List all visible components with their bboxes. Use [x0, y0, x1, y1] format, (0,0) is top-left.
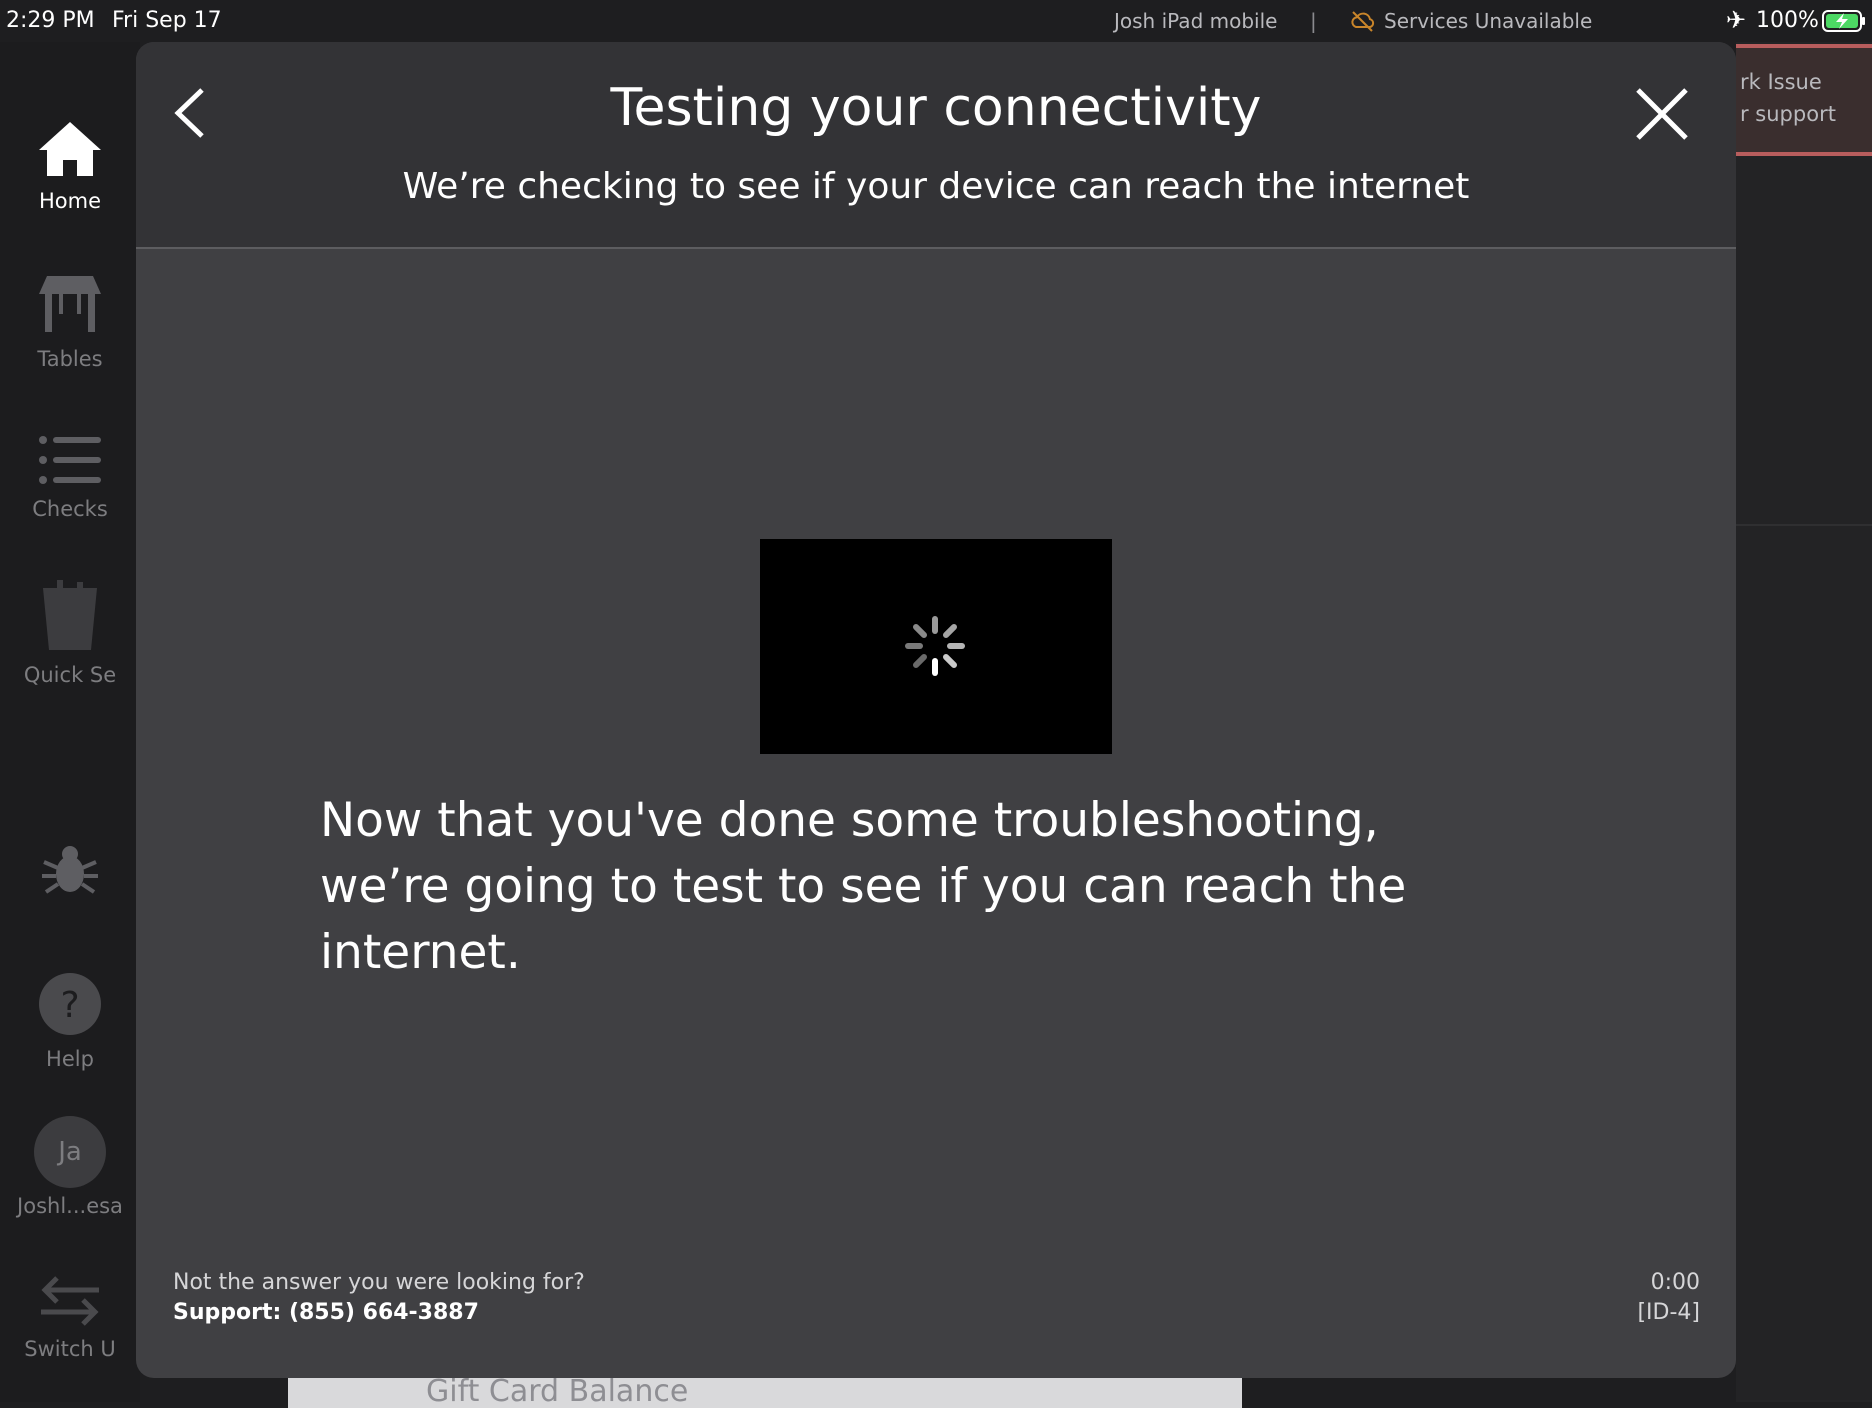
gift-card-label: Gift Card Balance — [426, 1378, 689, 1408]
sidebar-item-switch-user[interactable]: Switch U — [0, 1276, 140, 1361]
gift-card-balance-card: Gift Card Balance — [288, 1378, 1242, 1408]
sidebar-item-help[interactable]: ? Help — [0, 972, 140, 1071]
sidebar-item-checks[interactable]: Checks — [0, 434, 140, 521]
sidebar-item-label: Checks — [32, 497, 108, 521]
elapsed-timer: 0:00 — [1650, 1270, 1700, 1295]
loading-spinner-icon — [905, 616, 965, 676]
home-icon — [39, 122, 101, 176]
support-phone-link[interactable]: Support: (855) 664-3887 — [173, 1300, 479, 1325]
bug-icon — [42, 846, 98, 894]
screen-id: [ID-4] — [1637, 1300, 1700, 1325]
sidebar-item-debug[interactable] — [0, 842, 140, 909]
sidebar-item-user[interactable]: Ja Joshl...esa — [0, 1116, 140, 1218]
avatar-initials: Ja — [58, 1137, 82, 1167]
device-name: Josh iPad mobile — [1114, 9, 1278, 33]
sidebar-item-label: Tables — [37, 347, 103, 371]
connectivity-test-modal: Testing your connectivity We’re checking… — [136, 42, 1736, 1378]
status-separator: | — [1310, 9, 1317, 33]
footer-question: Not the answer you were looking for? — [173, 1270, 585, 1295]
sidebar-item-tables[interactable]: Tables — [0, 272, 140, 371]
video-player[interactable] — [760, 539, 1112, 754]
sidebar: Home Tables Checks Quick Se ? Help Ja Jo… — [0, 42, 140, 1402]
switch-user-icon — [41, 1276, 99, 1326]
sidebar-item-label: Switch U — [24, 1337, 116, 1361]
cloud-offline-icon — [1351, 11, 1375, 32]
service-status: Services Unavailable — [1384, 9, 1593, 33]
help-icon: ? — [39, 973, 101, 1035]
sidebar-item-home[interactable]: Home — [0, 120, 140, 213]
banner-line-1: rk Issue — [1740, 70, 1822, 94]
divider — [1736, 524, 1872, 526]
sidebar-item-label: Quick Se — [23, 663, 117, 687]
list-icon — [39, 436, 101, 484]
battery-percent: 100% — [1756, 8, 1819, 33]
quick-service-icon — [43, 580, 97, 650]
airplane-mode-icon: ✈ — [1726, 6, 1747, 34]
modal-title: Testing your connectivity — [610, 78, 1262, 138]
network-issue-banner[interactable]: rk Issue r support — [1736, 44, 1872, 156]
background-panel-right — [1736, 42, 1872, 1402]
table-icon — [39, 276, 101, 332]
sidebar-item-label: Help — [46, 1047, 94, 1071]
status-date: Fri Sep 17 — [112, 8, 222, 33]
banner-line-2: r support — [1740, 102, 1836, 126]
avatar: Ja — [34, 1116, 106, 1188]
sidebar-item-quick-service[interactable]: Quick Se — [0, 580, 140, 687]
modal-header: Testing your connectivity We’re checking… — [136, 42, 1736, 249]
modal-subtitle: We’re checking to see if your device can… — [402, 166, 1470, 207]
sidebar-item-label: Joshl...esa — [17, 1194, 123, 1218]
status-time: 2:29 PM — [6, 8, 95, 33]
close-button[interactable] — [1634, 86, 1690, 142]
battery-charging-icon — [1822, 10, 1865, 32]
svg-text:?: ? — [60, 985, 79, 1026]
troubleshooting-message: Now that you've done some troubleshootin… — [320, 793, 1407, 980]
sidebar-item-label: Home — [38, 189, 101, 213]
status-bar: 2:29 PM Fri Sep 17 Josh iPad mobile | Se… — [0, 0, 1872, 42]
